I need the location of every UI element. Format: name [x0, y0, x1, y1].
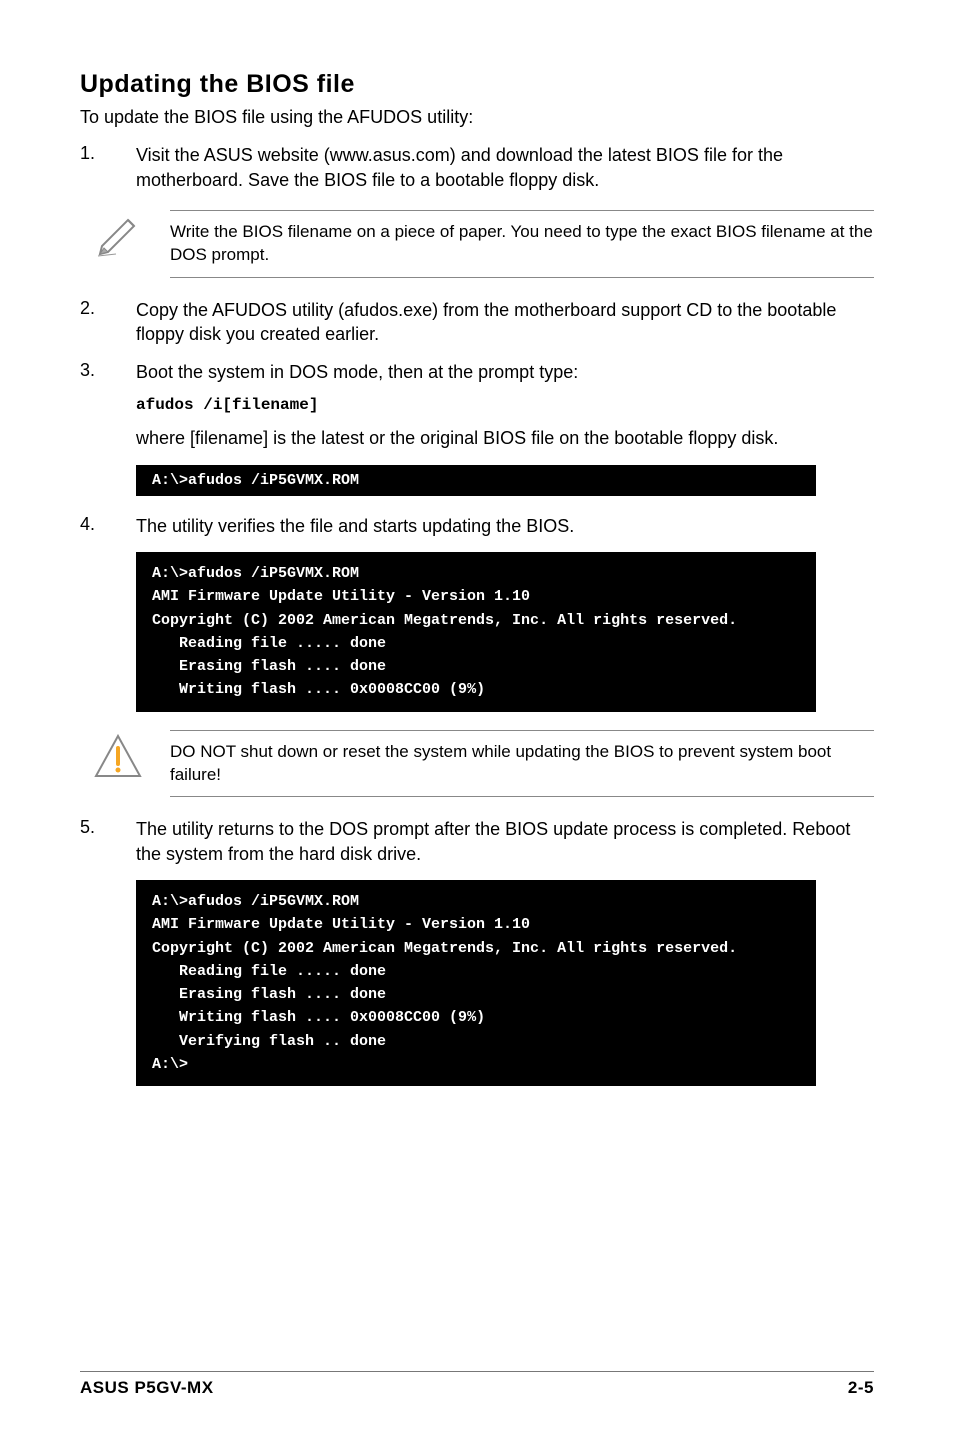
step-5: 5. The utility returns to the DOS prompt… — [80, 817, 874, 866]
step-number: 5. — [80, 817, 104, 866]
step-body: The utility verifies the file and starts… — [136, 514, 874, 538]
note-text: Write the BIOS filename on a piece of pa… — [170, 210, 874, 278]
afudos-command: afudos /i[filename] — [136, 395, 874, 417]
step-number: 1. — [80, 143, 104, 192]
terminal-block-2: A:\>afudos /iP5GVMX.ROM AMI Firmware Upd… — [136, 552, 816, 712]
footer-right: 2-5 — [848, 1378, 874, 1398]
step-body: Boot the system in DOS mode, then at the… — [136, 360, 874, 450]
pencil-icon — [92, 210, 144, 262]
step-body: The utility returns to the DOS prompt af… — [136, 817, 874, 866]
note-callout: Write the BIOS filename on a piece of pa… — [92, 210, 874, 278]
step-number: 2. — [80, 298, 104, 347]
warning-icon — [92, 730, 144, 782]
step-number: 4. — [80, 514, 104, 538]
warning-callout: DO NOT shut down or reset the system whi… — [92, 730, 874, 798]
step-body: Copy the AFUDOS utility (afudos.exe) fro… — [136, 298, 874, 347]
page-footer: ASUS P5GV-MX 2-5 — [80, 1371, 874, 1398]
terminal-block-1: A:\>afudos /iP5GVMX.ROM — [136, 465, 816, 496]
step-3: 3. Boot the system in DOS mode, then at … — [80, 360, 874, 450]
step-body: Visit the ASUS website (www.asus.com) an… — [136, 143, 874, 192]
warning-text: DO NOT shut down or reset the system whi… — [170, 730, 874, 798]
section-heading: Updating the BIOS file — [80, 70, 874, 99]
step-number: 3. — [80, 360, 104, 450]
step-3-line1: Boot the system in DOS mode, then at the… — [136, 360, 874, 384]
step-2: 2. Copy the AFUDOS utility (afudos.exe) … — [80, 298, 874, 347]
step-3-line2: where [filename] is the latest or the or… — [136, 426, 874, 450]
footer-left: ASUS P5GV-MX — [80, 1378, 214, 1398]
step-1: 1. Visit the ASUS website (www.asus.com)… — [80, 143, 874, 192]
terminal-block-3: A:\>afudos /iP5GVMX.ROM AMI Firmware Upd… — [136, 880, 816, 1086]
step-4: 4. The utility verifies the file and sta… — [80, 514, 874, 538]
intro-text: To update the BIOS file using the AFUDOS… — [80, 105, 874, 129]
